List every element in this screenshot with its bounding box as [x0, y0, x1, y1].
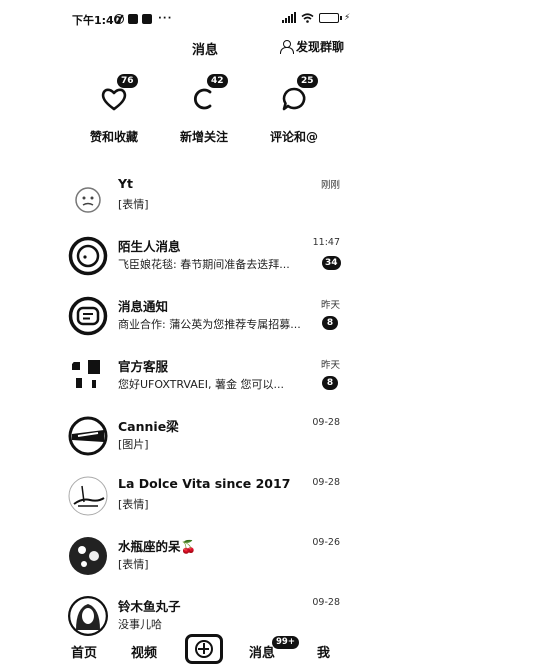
chat-notification-icon: [142, 13, 152, 24]
conversation-time: 09-28: [312, 417, 340, 428]
conversation-row[interactable]: 陌生人消息 飞臣娘花毯: 春节期间准备去迭拜... 11:47 34: [0, 236, 551, 296]
person-icon: [280, 40, 294, 54]
nav-messages[interactable]: 消息: [249, 642, 275, 661]
conversation-preview: [图片]: [118, 438, 149, 451]
conversation-name: La Dolce Vita since 2017: [118, 476, 291, 491]
discover-groups-button[interactable]: 发现群聊: [280, 38, 344, 55]
plus-icon: [195, 640, 213, 658]
wifi-icon: [301, 12, 314, 23]
conversation-preview: [表情]: [118, 558, 149, 571]
avatar: [75, 187, 101, 213]
conversation-row[interactable]: Yt [表情] 刚刚: [0, 176, 551, 236]
comments-badge: 25: [297, 74, 318, 88]
page-title: 消息: [191, 43, 218, 58]
conversation-time: 昨天: [320, 300, 340, 311]
conversation-row[interactable]: 官方客服 您好UFOXTRVAEI, 薯金 您可以... 昨天 8: [0, 356, 551, 416]
battery-icon: ⚡: [319, 12, 350, 23]
comments-and-mentions-button[interactable]: 25 评论和@: [249, 74, 339, 145]
conversation-time: 昨天: [320, 360, 340, 371]
conversation-name: 消息通知: [118, 299, 169, 314]
followers-badge: 42: [207, 74, 228, 88]
status-bar: 下午1:40 ··· ⚡: [0, 0, 551, 40]
unread-badge: 8: [322, 316, 338, 330]
heart-icon: [101, 88, 127, 111]
conversation-preview: 商业合作: 蒲公英为您推荐专属招募...: [118, 318, 301, 331]
discover-groups-label: 发现群聊: [296, 40, 345, 54]
nav-home[interactable]: 首页: [71, 642, 97, 661]
status-system-icons: ⚡: [282, 12, 350, 23]
conversation-name: Cannie梁: [118, 419, 179, 434]
likes-label: 赞和收藏: [89, 130, 138, 144]
conversation-row[interactable]: Cannie梁 [图片] 09-28: [0, 416, 551, 476]
comments-label: 评论和@: [269, 130, 318, 144]
conversation-time: 09-28: [312, 597, 340, 608]
follow-icon: [194, 88, 212, 110]
notification-icon: [68, 296, 108, 336]
conversation-name: 陌生人消息: [118, 239, 181, 254]
conversation-name: 水瓶座的呆🍒: [118, 539, 197, 554]
comment-bubble-icon: [282, 87, 306, 111]
conversation-time: 09-26: [312, 537, 340, 548]
messages-screen: 下午1:40 ··· ⚡ 消息 发现群聊 76 赞和收藏 42 新增关注 25 …: [0, 0, 551, 665]
service-avatar: [72, 360, 100, 388]
conversation-row[interactable]: 水瓶座的呆🍒 [表情] 09-26: [0, 536, 551, 596]
conversation-preview: [表情]: [118, 198, 149, 211]
do-not-disturb-icon: [114, 13, 124, 24]
conversation-name: 官方客服: [118, 359, 169, 374]
nav-video[interactable]: 视频: [131, 642, 157, 661]
conversation-name: Yt: [118, 176, 134, 191]
avatar: [69, 537, 107, 575]
conversation-time: 09-28: [312, 477, 340, 488]
stranger-messages-icon: [68, 236, 108, 276]
conversation-row[interactable]: 消息通知 商业合作: 蒲公英为您推荐专属招募... 昨天 8: [0, 296, 551, 356]
avatar: [68, 416, 108, 456]
unread-badge: 8: [322, 376, 338, 390]
conversation-time: 11:47: [312, 237, 340, 248]
conversation-preview: 您好UFOXTRVAEI, 薯金 您可以...: [118, 378, 284, 391]
app-notification-icon: [128, 13, 138, 24]
avatar: [68, 476, 108, 516]
followers-label: 新增关注: [179, 130, 228, 144]
nav-me[interactable]: 我: [317, 642, 330, 661]
likes-badge: 76: [117, 74, 138, 88]
more-notifications-dots: ···: [158, 13, 173, 24]
conversation-time: 刚刚: [320, 180, 340, 191]
conversation-preview: 飞臣娘花毯: 春节期间准备去迭拜...: [118, 258, 290, 271]
publish-button[interactable]: [185, 634, 223, 664]
signal-icon: [282, 12, 296, 23]
bottom-nav: 首页 视频 消息 99+ 我: [0, 630, 551, 665]
likes-and-favorites-button[interactable]: 76 赞和收藏: [69, 74, 159, 145]
messages-badge: 99+: [272, 636, 299, 649]
new-followers-button[interactable]: 42 新增关注: [159, 74, 249, 145]
unread-badge: 34: [322, 256, 341, 270]
status-notification-icons: ···: [114, 13, 172, 24]
conversation-name: 铃木鱼丸子: [118, 599, 181, 614]
conversation-row[interactable]: La Dolce Vita since 2017 [表情] 09-28: [0, 476, 551, 536]
conversation-preview: [表情]: [118, 498, 149, 511]
